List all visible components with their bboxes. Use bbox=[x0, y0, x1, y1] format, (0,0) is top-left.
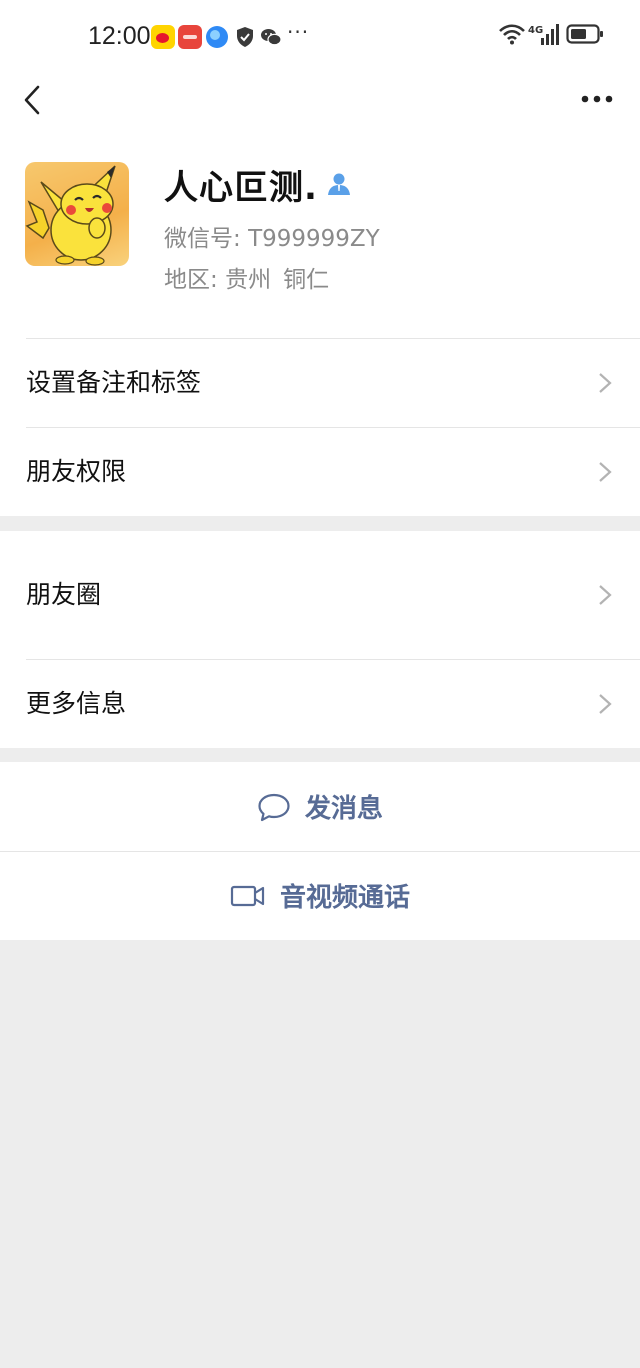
browser-notification-icon bbox=[206, 26, 228, 48]
wifi-icon bbox=[499, 24, 525, 45]
weibo-notification-icon bbox=[151, 25, 175, 49]
chevron-right-icon bbox=[599, 462, 612, 482]
status-bar: 12:00 ··· 4G bbox=[0, 0, 640, 72]
pikachu-avatar-image bbox=[25, 165, 116, 266]
person-icon bbox=[327, 173, 350, 195]
wechat-id-line: 微信号: T999999ZY bbox=[164, 219, 380, 253]
contact-profile-screen: 12:00 ··· 4G 人心叵测. 微信号: T999999ZY 地区: 贵州… bbox=[0, 0, 640, 1368]
friend-permissions-label: 朋友权限 bbox=[26, 457, 127, 486]
more-options-button[interactable] bbox=[580, 90, 614, 108]
actions-group: 发消息 音视频通话 bbox=[0, 762, 640, 940]
send-message-button[interactable]: 发消息 bbox=[0, 762, 640, 851]
avatar[interactable] bbox=[25, 162, 129, 266]
chat-bubble-icon bbox=[258, 793, 290, 821]
profile-header: 人心叵测. 微信号: T999999ZY 地区: 贵州 铜仁 bbox=[0, 130, 640, 338]
status-time: 12:00 bbox=[88, 22, 151, 50]
friend-permissions-row[interactable]: 朋友权限 bbox=[0, 427, 640, 516]
battery-icon bbox=[566, 24, 603, 44]
video-call-button[interactable]: 音视频通话 bbox=[0, 851, 640, 940]
region-line: 地区: 贵州 铜仁 bbox=[164, 260, 329, 294]
moments-row[interactable]: 朋友圈 bbox=[0, 531, 640, 659]
send-message-label: 发消息 bbox=[304, 794, 383, 824]
moments-group: 朋友圈 更多信息 bbox=[0, 531, 640, 748]
video-call-label: 音视频通话 bbox=[279, 883, 410, 913]
chevron-right-icon bbox=[599, 694, 612, 714]
top-nav-bar bbox=[0, 72, 640, 130]
set-remark-and-tags-row[interactable]: 设置备注和标签 bbox=[0, 338, 640, 427]
shopping-notification-icon bbox=[178, 25, 202, 49]
chevron-right-icon bbox=[599, 373, 612, 393]
region-label: 地区: bbox=[164, 267, 218, 293]
region-province: 贵州 bbox=[225, 267, 272, 293]
shield-notification-icon bbox=[233, 25, 257, 49]
signal-strength-icon bbox=[541, 24, 559, 45]
wechat-id-value: T999999ZY bbox=[248, 226, 380, 252]
settings-group: 设置备注和标签 朋友权限 bbox=[0, 338, 640, 516]
more-notifications-indicator: ··· bbox=[287, 20, 310, 44]
more-info-label: 更多信息 bbox=[26, 689, 127, 718]
set-remark-and-tags-label: 设置备注和标签 bbox=[26, 368, 202, 397]
wechat-id-label: 微信号: bbox=[164, 226, 241, 252]
wechat-notification-icon bbox=[259, 25, 283, 49]
video-camera-icon bbox=[230, 885, 265, 906]
nickname: 人心叵测. bbox=[164, 167, 318, 208]
nickname-row: 人心叵测. bbox=[164, 164, 352, 208]
chevron-right-icon bbox=[599, 585, 612, 605]
back-button[interactable] bbox=[16, 82, 52, 118]
moments-label: 朋友圈 bbox=[26, 580, 102, 609]
region-city: 铜仁 bbox=[283, 267, 330, 293]
more-info-row[interactable]: 更多信息 bbox=[0, 659, 640, 748]
